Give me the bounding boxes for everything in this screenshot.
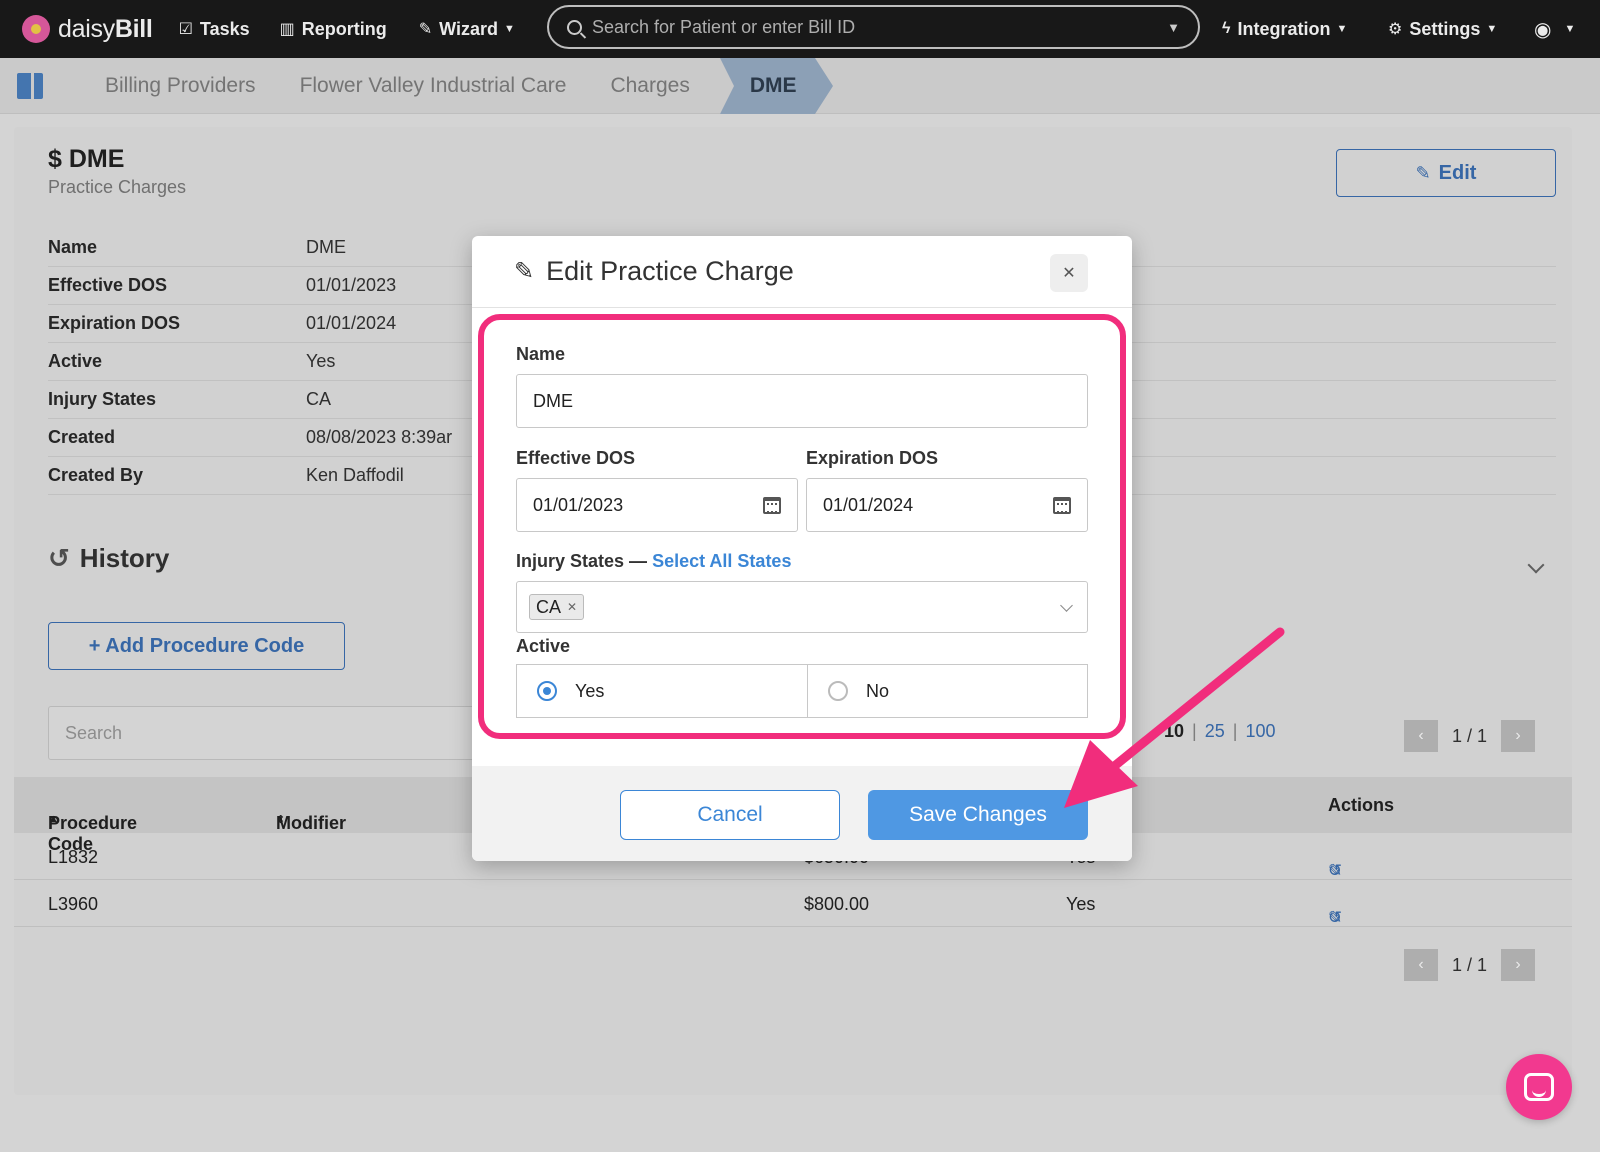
expiration-dos-field[interactable]: 01/01/2024 <box>806 478 1088 532</box>
edit-icon: ✎ <box>514 258 535 285</box>
active-no-radio[interactable]: No <box>807 664 1088 718</box>
effective-dos-field[interactable]: 01/01/2023 <box>516 478 798 532</box>
select-all-states-link[interactable]: Select All States <box>652 551 791 571</box>
name-field[interactable]: DME <box>516 374 1088 428</box>
calendar-icon[interactable] <box>1053 496 1071 514</box>
modal-footer: Cancel Save Changes <box>472 766 1132 861</box>
close-icon: ✕ <box>1062 265 1076 282</box>
state-tag: CA ✕ <box>529 594 585 620</box>
chat-launcher-button[interactable] <box>1506 1054 1572 1120</box>
remove-tag-icon[interactable]: ✕ <box>567 600 577 614</box>
radio-selected-icon <box>537 681 557 701</box>
injury-states-select[interactable]: CA ✕ <box>516 581 1088 633</box>
calendar-icon[interactable] <box>763 496 781 514</box>
active-yes-radio[interactable]: Yes <box>516 664 808 718</box>
modal-title: Edit Practice Charge <box>546 256 794 286</box>
modal-header: ✎ Edit Practice Charge <box>472 236 1132 308</box>
chat-icon <box>1524 1073 1554 1101</box>
radio-unselected-icon <box>828 681 848 701</box>
edit-practice-charge-modal: ✎ Edit Practice Charge ✕ Name DME Effect… <box>472 236 1132 861</box>
save-changes-button[interactable]: Save Changes <box>868 790 1088 840</box>
name-label: Name <box>516 344 566 364</box>
expiration-dos-label: Expiration DOS <box>806 448 939 468</box>
chevron-down-icon <box>1060 598 1073 612</box>
effective-dos-label: Effective DOS <box>516 448 636 468</box>
active-label: Active <box>516 636 571 656</box>
close-button[interactable]: ✕ <box>1050 254 1088 292</box>
injury-states-label: Injury States — Select All States <box>516 551 792 571</box>
cancel-button[interactable]: Cancel <box>620 790 840 840</box>
